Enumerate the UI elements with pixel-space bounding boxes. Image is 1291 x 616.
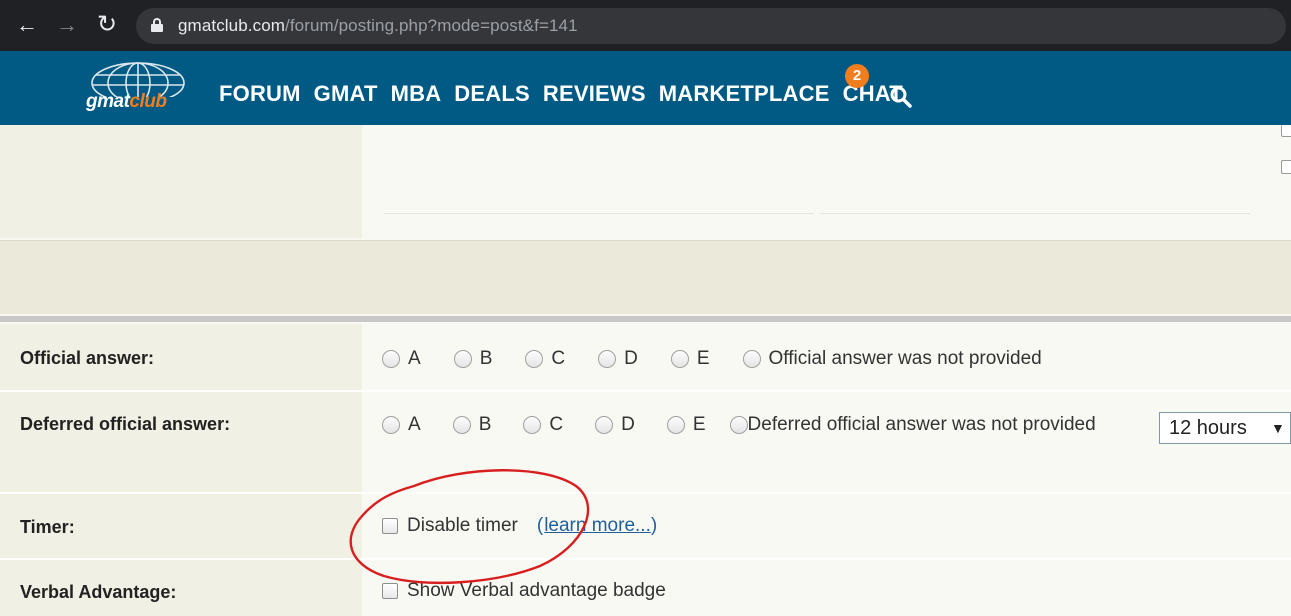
deferred-answer-radio-c[interactable] — [523, 416, 542, 434]
official-answer-options: A B C D E Official answer was not provid… — [382, 348, 1042, 370]
nav-reviews[interactable]: REVIEWS — [543, 81, 646, 107]
official-answer-radio-b[interactable] — [453, 350, 472, 368]
deferred-delay-value: 12 hours — [1169, 417, 1247, 439]
lock-icon — [151, 18, 163, 32]
deferred-answer-label: Deferred official answer: — [20, 414, 231, 434]
url-domain: gmatclub.com — [178, 16, 286, 35]
gmatclub-logo[interactable]: gmatclub — [86, 57, 192, 117]
disable-timer-checkbox[interactable] — [382, 518, 398, 534]
nav-marketplace[interactable]: MARKETPLACE — [659, 81, 830, 107]
deferred-answer-radio-a[interactable] — [382, 416, 400, 434]
disable-timer-label: Disable timer — [407, 515, 518, 536]
label-column — [0, 125, 362, 238]
reload-icon[interactable]: ↻ — [94, 12, 120, 38]
nav-gmat[interactable]: GMAT — [314, 81, 378, 107]
official-answer-radio-d[interactable] — [598, 350, 617, 368]
verbal-controls: Show Verbal advantage badge — [382, 580, 666, 602]
gray-band — [0, 240, 1291, 314]
verbal-badge-checkbox[interactable] — [382, 583, 398, 599]
verbal-badge-label: Show Verbal advantage badge — [407, 580, 666, 601]
timer-controls: Disable timer ( learn more... ) — [382, 515, 657, 537]
deferred-answer-radio-e[interactable] — [666, 416, 685, 434]
deferred-answer-radio-none[interactable] — [729, 416, 748, 434]
back-arrow-icon[interactable]: ← — [14, 12, 40, 38]
address-bar[interactable]: gmatclub.com/forum/posting.php?mode=post… — [136, 8, 1286, 44]
partial-checkbox[interactable] — [1281, 125, 1291, 137]
search-icon[interactable] — [889, 85, 913, 109]
browser-toolbar: ← → ↻ gmatclub.com/forum/posting.php?mod… — [0, 0, 1291, 51]
dropdown-arrow-icon: ▼ — [1271, 420, 1285, 436]
forward-arrow-icon[interactable]: → — [54, 12, 80, 38]
logo-text: gmatclub — [86, 91, 167, 112]
url-text: gmatclub.com/forum/posting.php?mode=post… — [178, 16, 578, 36]
deferred-answer-row: Deferred official answer: A B C D E Defe… — [0, 390, 1291, 492]
official-answer-radio-c[interactable] — [525, 350, 544, 368]
verbal-advantage-row: Verbal Advantage: Show Verbal advantage … — [0, 558, 1291, 616]
partial-checkbox[interactable] — [1281, 160, 1291, 174]
official-answer-radio-e[interactable] — [670, 350, 689, 368]
learn-more-link[interactable]: learn more... — [544, 515, 651, 537]
editor-area-bottom — [0, 125, 1291, 238]
deferred-delay-select[interactable]: 12 hours ▼ — [1159, 412, 1291, 444]
official-answer-label: Official answer: — [20, 348, 155, 368]
official-answer-radio-a[interactable] — [382, 350, 400, 368]
deferred-answer-radio-d[interactable] — [595, 416, 614, 434]
nav-deals[interactable]: DEALS — [454, 81, 530, 107]
nav-mba[interactable]: MBA — [391, 81, 442, 107]
deferred-answer-options: A B C D E Deferred official answer was n… — [382, 414, 1096, 436]
timer-row: Timer: Disable timer ( learn more... ) — [0, 492, 1291, 558]
official-answer-radio-none[interactable] — [742, 350, 761, 368]
verbal-advantage-label: Verbal Advantage: — [20, 582, 177, 602]
site-header: gmatclub FORUM GMAT MBA DEALS REVIEWS MA… — [0, 51, 1291, 125]
official-answer-row: Official answer: A B C D E Official answ… — [0, 324, 1291, 390]
value-column — [362, 125, 1291, 238]
chat-count-badge: 2 — [845, 64, 869, 88]
url-path: /forum/posting.php?mode=post&f=141 — [285, 16, 578, 35]
deferred-answer-radio-b[interactable] — [452, 416, 471, 434]
section-divider — [0, 316, 1291, 322]
main-nav: FORUM GMAT MBA DEALS REVIEWS MARKETPLACE… — [219, 81, 916, 107]
nav-forum[interactable]: FORUM — [219, 81, 301, 107]
timer-label: Timer: — [20, 517, 75, 537]
